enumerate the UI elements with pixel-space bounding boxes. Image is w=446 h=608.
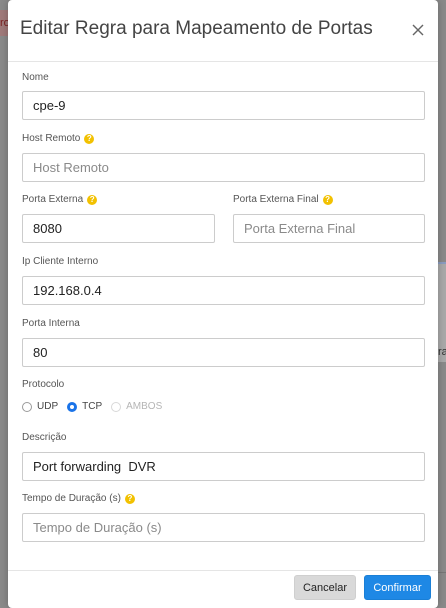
help-icon[interactable]: ? [84, 133, 95, 144]
porta-externa-label-text: Porta Externa [22, 194, 84, 205]
tempo-duracao-label: Tempo de Duração (s) ? [22, 493, 135, 504]
descricao-label-text: Descrição [22, 432, 67, 443]
ip-cliente-interno-label-text: Ip Cliente Interno [22, 256, 99, 267]
background-text: ra [438, 346, 446, 358]
background-divider [438, 572, 446, 573]
descricao-label: Descrição [22, 432, 66, 443]
porta-externa-input[interactable] [22, 214, 215, 243]
porta-interna-label-text: Porta Interna [22, 318, 80, 329]
nome-label-text: Nome [22, 72, 49, 83]
radio-tcp-circle[interactable] [67, 401, 78, 412]
close-icon[interactable] [408, 20, 428, 40]
porta-externa-final-label: Porta Externa Final ? [233, 194, 333, 205]
ip-cliente-interno-input[interactable] [22, 276, 425, 305]
porta-interna-label: Porta Interna [22, 318, 80, 329]
host-remoto-input[interactable] [22, 153, 425, 182]
dialog-title: Editar Regra para Mapeamento de Portas [20, 18, 373, 39]
nome-input[interactable] [22, 91, 425, 120]
host-remoto-label: Host Remoto ? [22, 133, 95, 144]
radio-ambos-circle [111, 401, 122, 412]
radio-tcp-label: TCP [82, 401, 103, 412]
cancel-button[interactable]: Cancelar [294, 575, 356, 600]
ip-cliente-interno-label: Ip Cliente Interno [22, 256, 98, 267]
help-icon[interactable]: ? [322, 194, 333, 205]
dialog-header: Editar Regra para Mapeamento de Portas [8, 0, 438, 62]
protocolo-label-text: Protocolo [22, 379, 65, 390]
protocolo-radio-group: UDP TCP AMBOS [22, 401, 171, 412]
confirm-button[interactable]: Confirmar [364, 575, 431, 600]
nome-label: Nome [22, 72, 49, 83]
tempo-duracao-input[interactable] [22, 513, 425, 542]
porta-interna-input[interactable] [22, 338, 425, 367]
background-page-fragment: ro [0, 10, 8, 36]
porta-externa-final-label-text: Porta Externa Final [233, 194, 319, 205]
descricao-input[interactable] [22, 452, 425, 481]
dialog-footer: Cancelar Confirmar [8, 570, 438, 608]
radio-ambos: AMBOS [111, 401, 162, 412]
help-icon[interactable]: ? [87, 194, 98, 205]
radio-udp-label: UDP [37, 401, 59, 412]
radio-ambos-label: AMBOS [126, 401, 163, 412]
protocolo-label: Protocolo [22, 379, 64, 390]
porta-externa-label: Porta Externa ? [22, 194, 98, 205]
help-icon[interactable]: ? [124, 493, 135, 504]
radio-udp-circle[interactable] [22, 401, 32, 412]
host-remoto-label-text: Host Remoto [22, 133, 81, 144]
background-text: ro [0, 17, 8, 29]
edit-port-mapping-dialog: Editar Regra para Mapeamento de Portas N… [8, 0, 438, 608]
tempo-duracao-label-text: Tempo de Duração (s) [22, 493, 121, 504]
porta-externa-final-input[interactable] [233, 214, 425, 243]
radio-tcp[interactable]: TCP [67, 401, 102, 412]
radio-udp[interactable]: UDP [22, 401, 58, 412]
